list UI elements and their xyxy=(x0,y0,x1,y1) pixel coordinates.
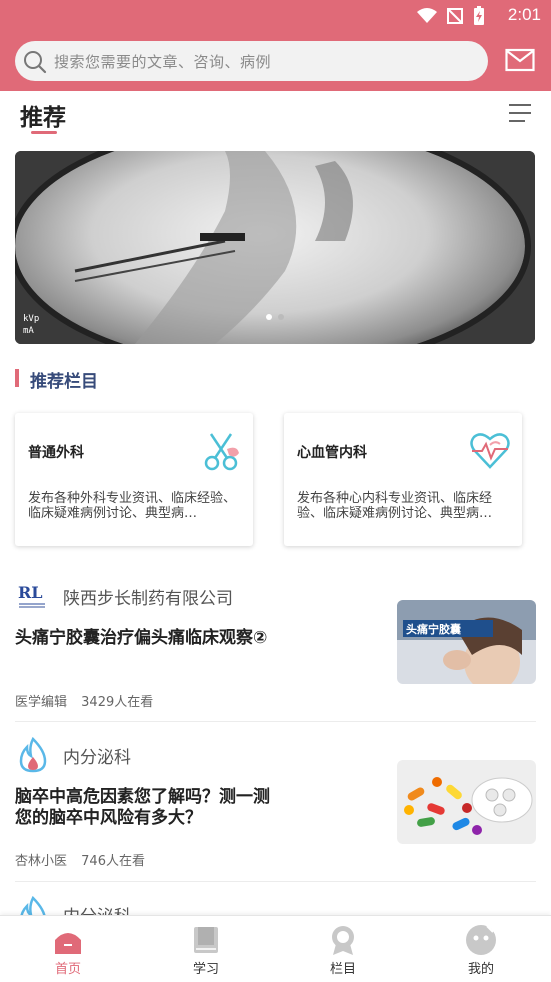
bottom-navigation: 首页 学习 栏目 我的 xyxy=(0,915,551,982)
section-title: 推荐栏目 xyxy=(30,372,98,392)
thumb-caption: 头痛宁胶囊 xyxy=(406,622,462,636)
carousel-dots xyxy=(266,314,284,320)
flame-drop-icon xyxy=(19,737,47,773)
carousel-dot xyxy=(266,314,272,320)
category-card-cardiology[interactable]: 心血管内科 发布各种心内科专业资讯、临床经验、临床疑难病例讨论、典型病… xyxy=(284,413,522,546)
nav-label: 我的 xyxy=(467,962,494,977)
section-marker xyxy=(15,369,19,387)
divider xyxy=(15,881,536,882)
article-title[interactable]: 脑卒中高危因素您了解吗？测一测您的脑卒中风险有多大？ xyxy=(15,787,285,829)
article-views: 3429人在看 xyxy=(81,695,154,710)
tab-indicator xyxy=(31,131,57,134)
thumbnail-image: 头痛宁胶囊 xyxy=(397,600,536,684)
category-card-surgery[interactable]: 普通外科 发布各种外科专业资讯、临床经验、临床疑难病例讨论、典型病… xyxy=(15,413,253,546)
profile-icon xyxy=(466,925,496,955)
article-source: 内分泌科 xyxy=(15,737,415,773)
card-title: 心血管内科 xyxy=(297,445,367,461)
svg-text:kVp: kVp xyxy=(23,314,39,324)
nav-label: 首页 xyxy=(54,962,81,977)
scissors-icon xyxy=(204,433,239,471)
thumbnail-image xyxy=(397,760,536,844)
article-source: RL 陕西步长制药有限公司 xyxy=(15,578,415,614)
card-title: 普通外科 xyxy=(28,445,84,461)
nav-profile[interactable]: 我的 xyxy=(441,916,521,982)
nav-columns[interactable]: 栏目 xyxy=(303,916,383,982)
status-time: 2:01 xyxy=(507,5,541,24)
divider xyxy=(15,721,536,722)
source-name: 陕西步长制药有限公司 xyxy=(63,589,233,609)
status-icons xyxy=(417,6,485,26)
source-name: 内分泌科 xyxy=(63,748,131,768)
nav-study[interactable]: 学习 xyxy=(166,916,246,982)
home-icon xyxy=(55,933,81,954)
article-item[interactable]: 内分泌科 脑卒中高危因素您了解吗？测一测您的脑卒中风险有多大？ 杏林小医 746… xyxy=(15,737,536,869)
article-author: 医学编辑 xyxy=(15,695,68,710)
app-header: 2:01 搜索您需要的文章、咨询、病例 xyxy=(0,0,551,91)
article-views: 746人在看 xyxy=(81,854,145,869)
search-input[interactable]: 搜索您需要的文章、咨询、病例 xyxy=(15,41,488,81)
nav-label: 栏目 xyxy=(329,962,356,977)
signal-icon xyxy=(447,8,463,24)
card-description: 发布各种外科专业资讯、临床经验、临床疑难病例讨论、典型病… xyxy=(28,491,237,521)
heart-pulse-icon xyxy=(470,433,510,469)
nav-home[interactable]: 首页 xyxy=(28,916,108,982)
article-meta: 杏林小医 746人在看 xyxy=(15,850,145,869)
wifi-icon xyxy=(417,8,437,23)
article-meta: 医学编辑 3429人在看 xyxy=(15,691,153,710)
article-title[interactable]: 头痛宁胶囊治疗偏头痛临床观察② xyxy=(15,628,285,649)
book-icon xyxy=(194,927,218,953)
svg-text:RL: RL xyxy=(18,583,43,602)
menu-icon[interactable] xyxy=(509,103,533,123)
tab-recommend[interactable]: 推荐 xyxy=(20,98,66,132)
svg-text:mA: mA xyxy=(23,326,34,336)
mail-icon[interactable] xyxy=(505,48,535,72)
article-thumbnail[interactable]: 头痛宁胶囊 xyxy=(397,600,536,684)
carousel-dot xyxy=(278,314,284,320)
nav-label: 学习 xyxy=(192,962,219,977)
article-thumbnail[interactable] xyxy=(397,760,536,844)
channel-tabs: 推荐 xyxy=(0,92,551,138)
article-item[interactable]: RL 陕西步长制药有限公司 头痛宁胶囊治疗偏头痛临床观察② 医学编辑 3429人… xyxy=(15,578,536,710)
battery-icon xyxy=(474,6,484,25)
company-logo-icon: RL xyxy=(18,583,45,608)
card-description: 发布各种心内科专业资讯、临床经验、临床疑难病例讨论、典型病… xyxy=(297,491,493,521)
status-bar: 2:01 xyxy=(0,0,551,32)
badge-icon xyxy=(332,926,354,955)
search-placeholder: 搜索您需要的文章、咨询、病例 xyxy=(54,53,272,71)
article-author: 杏林小医 xyxy=(15,854,68,869)
search-icon xyxy=(24,51,47,74)
